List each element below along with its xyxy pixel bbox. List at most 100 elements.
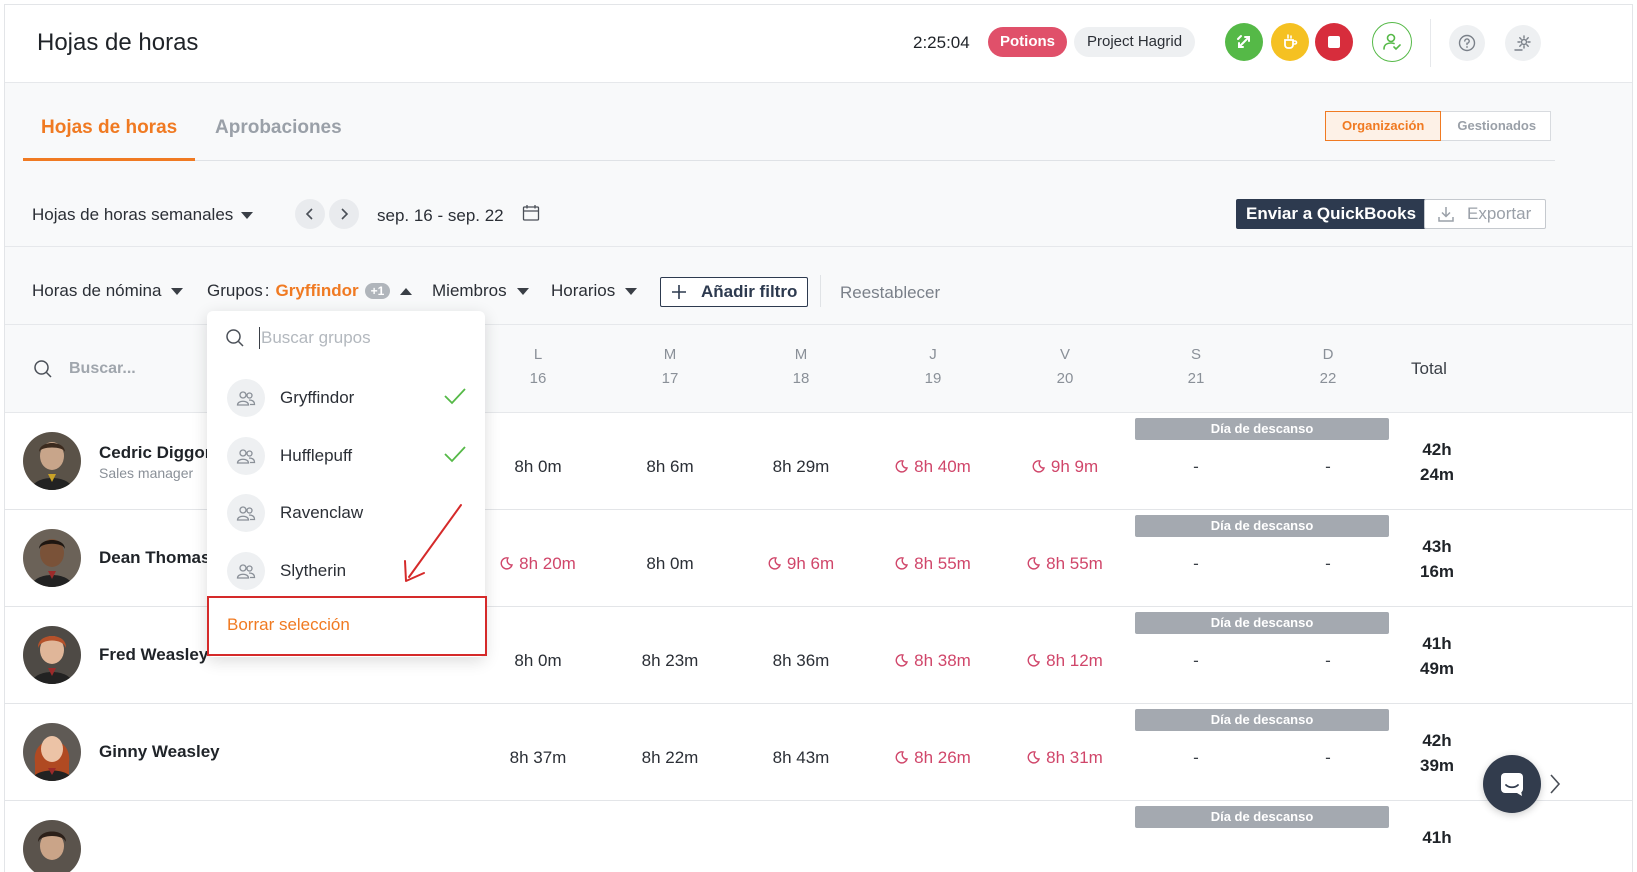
hours-value: 8h 38m	[914, 651, 971, 670]
total-hours: 41h	[1422, 634, 1452, 653]
hours-cell-sun[interactable]: -	[1268, 457, 1388, 477]
hours-cell-tue[interactable]: 8h 22m	[610, 748, 730, 768]
overtime-icon	[895, 654, 909, 667]
period-type-select[interactable]: Hojas de horas semanales	[32, 205, 254, 225]
hours-cell-mon[interactable]: 8h 0m	[478, 457, 598, 477]
hours-value: 9h 6m	[786, 554, 835, 573]
hours-cell-sat[interactable]: -	[1136, 748, 1256, 768]
rest-day-badge: Día de descanso	[1135, 515, 1389, 537]
search-icon	[226, 329, 244, 347]
tab-timesheets[interactable]: Hojas de horas	[23, 117, 196, 161]
day-letter: M	[794, 346, 808, 363]
payroll-hours-filter[interactable]: Horas de nómina	[32, 281, 184, 301]
tab-approvals[interactable]: Aprobaciones	[197, 117, 360, 161]
employee-name[interactable]: Ginny Weasley	[99, 742, 220, 762]
group-option-label: Slytherin	[280, 561, 347, 580]
scope-organization-button[interactable]: Organización	[1325, 111, 1442, 141]
groups-dropdown: Buscar grupos Gryffindor Hufflepuff Rave…	[207, 311, 487, 657]
check-icon	[444, 388, 466, 405]
send-to-quickbooks-button[interactable]: Enviar a QuickBooks	[1236, 199, 1427, 229]
hours-cell-sun[interactable]: -	[1268, 651, 1388, 671]
hours-cell-mon[interactable]: 8h 20m	[478, 554, 598, 574]
table-row[interactable]: Ginny Weasley 8h 37m 8h 22m 8h 43m 8h 26…	[5, 704, 1632, 801]
presence-button[interactable]	[1372, 22, 1412, 62]
hours-cell-mon[interactable]: 8h 0m	[478, 651, 598, 671]
rest-day-badge: Día de descanso	[1135, 418, 1389, 440]
period-type-label: Hojas de horas semanales	[32, 205, 234, 224]
scope-toggle: Organización Gestionados	[1325, 111, 1552, 141]
hours-cell-wed[interactable]: 8h 43m	[741, 748, 861, 768]
hours-cell-wed[interactable]: 8h 29m	[741, 457, 861, 477]
hours-cell-sat[interactable]: -	[1136, 651, 1256, 671]
total-cell: 42h 39m	[1405, 728, 1469, 778]
next-week-button[interactable]	[329, 199, 359, 229]
overtime-icon	[895, 751, 909, 764]
chat-widget-button[interactable]	[1483, 755, 1541, 813]
total-minutes: 24m	[1419, 465, 1455, 484]
hours-cell-fri[interactable]: 8h 31m	[1005, 748, 1125, 768]
group-option-gryffindor[interactable]: Gryffindor	[227, 378, 467, 418]
hours-cell-fri[interactable]: 8h 12m	[1005, 651, 1125, 671]
add-filter-button[interactable]: Añadir filtro	[660, 277, 808, 307]
day-header-sat: S 21	[1156, 343, 1236, 391]
total-header: Total	[1411, 359, 1447, 378]
export-button[interactable]: Exportar	[1424, 199, 1546, 229]
previous-week-button[interactable]	[295, 199, 325, 229]
hours-value: 8h 55m	[1046, 554, 1103, 573]
hours-cell-tue[interactable]: 8h 23m	[610, 651, 730, 671]
chevron-left-icon	[305, 208, 313, 220]
groups-filter[interactable]: Grupos: Gryffindor +1	[207, 281, 413, 301]
clear-selection-button[interactable]: Borrar selección	[227, 615, 350, 635]
switch-activity-button[interactable]	[1225, 23, 1263, 61]
caret-up-icon	[400, 287, 413, 295]
avatar	[23, 626, 81, 684]
hours-cell-tue[interactable]: 8h 0m	[610, 554, 730, 574]
schedules-filter[interactable]: Horarios	[551, 281, 638, 301]
help-button[interactable]	[1449, 25, 1485, 61]
day-number: 20	[1056, 370, 1074, 387]
break-button[interactable]	[1271, 23, 1309, 61]
hours-cell-wed[interactable]: 8h 36m	[741, 651, 861, 671]
stop-timer-button[interactable]	[1315, 23, 1353, 61]
settings-button[interactable]	[1505, 25, 1541, 61]
caret-down-icon	[171, 287, 184, 295]
text-cursor	[259, 327, 260, 349]
hours-cell-sun[interactable]: -	[1268, 554, 1388, 574]
calendar-button[interactable]	[522, 204, 540, 227]
add-filter-label: Añadir filtro	[701, 282, 798, 301]
current-task-pill[interactable]: Project Hagrid	[1074, 27, 1196, 57]
member-search[interactable]: Buscar...	[33, 359, 136, 379]
hours-cell-sun[interactable]: -	[1268, 748, 1388, 768]
day-number: 18	[792, 370, 810, 387]
calendar-icon	[522, 205, 540, 221]
hours-cell-thu[interactable]: 8h 38m	[873, 651, 993, 671]
day-letter: J	[929, 346, 937, 363]
overtime-icon	[1032, 460, 1045, 473]
chevron-right-icon[interactable]	[1549, 773, 1561, 801]
hours-cell-thu[interactable]: 8h 40m	[873, 457, 993, 477]
employee-name[interactable]: Dean Thomas	[99, 548, 210, 568]
scope-managed-button[interactable]: Gestionados	[1441, 111, 1552, 141]
groups-search-input[interactable]: Buscar grupos	[225, 327, 371, 349]
groups-extra-count-badge: +1	[364, 283, 391, 299]
day-letter: L	[533, 346, 543, 363]
table-row[interactable]: Día de descanso 41h	[5, 801, 1632, 872]
hours-cell-sat[interactable]: -	[1136, 457, 1256, 477]
hours-cell-thu[interactable]: 8h 26m	[873, 748, 993, 768]
hours-cell-tue[interactable]: 8h 6m	[610, 457, 730, 477]
total-minutes: 16m	[1419, 562, 1455, 581]
hours-cell-fri[interactable]: 9h 9m	[1005, 457, 1125, 477]
hours-cell-sat[interactable]: -	[1136, 554, 1256, 574]
group-option-hufflepuff[interactable]: Hufflepuff	[227, 436, 467, 476]
hours-cell-fri[interactable]: 8h 55m	[1005, 554, 1125, 574]
total-hours: 42h	[1422, 440, 1452, 459]
current-project-pill[interactable]: Potions	[988, 27, 1067, 57]
hours-cell-thu[interactable]: 8h 55m	[873, 554, 993, 574]
members-filter[interactable]: Miembros	[432, 281, 529, 301]
employee-name[interactable]: Cedric Diggory	[99, 443, 221, 463]
employee-name[interactable]: Fred Weasley	[99, 645, 208, 665]
hours-cell-mon[interactable]: 8h 37m	[478, 748, 598, 768]
hours-cell-wed[interactable]: 9h 6m	[741, 554, 861, 574]
help-icon	[1458, 34, 1476, 52]
reset-filters-button[interactable]: Reestablecer	[840, 283, 940, 303]
